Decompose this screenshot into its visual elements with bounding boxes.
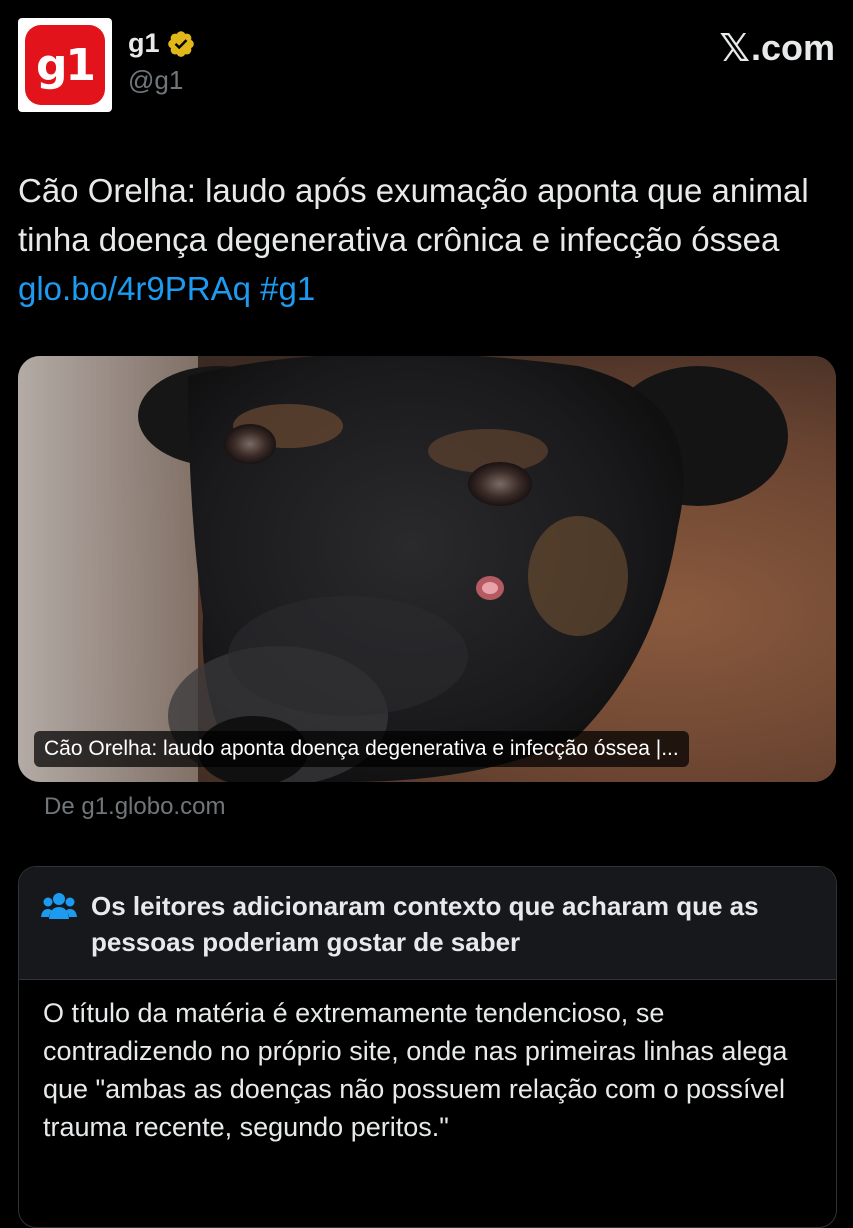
user-info: g1 @g1 [128, 28, 196, 96]
tweet-body: Cão Orelha: laudo após exumação aponta q… [18, 172, 809, 258]
tweet-text: Cão Orelha: laudo após exumação aponta q… [18, 166, 828, 313]
community-note-title: Os leitores adicionaram contexto que ach… [91, 891, 759, 957]
tweet-header: g1 g1 @g1 𝕏 .com [18, 18, 835, 114]
community-note-body: O título da matéria é extremamente tende… [43, 998, 788, 1142]
tweet-hashtag[interactable]: #g1 [260, 270, 315, 307]
x-com-brand: 𝕏 .com [719, 26, 835, 70]
community-note: Os leitores adicionaram contexto que ach… [18, 866, 837, 1228]
g1-logo: g1 [25, 25, 105, 105]
avatar[interactable]: g1 [18, 18, 112, 112]
verified-badge-icon [167, 30, 194, 57]
user-handle[interactable]: @g1 [128, 65, 196, 96]
community-note-header[interactable]: Os leitores adicionaram contexto que ach… [19, 867, 836, 980]
dog-photo [18, 356, 836, 782]
display-name-row: g1 [128, 28, 196, 59]
brand-domain: .com [750, 27, 835, 68]
tweet-link[interactable]: glo.bo/4r9PRAq [18, 270, 251, 307]
card-caption: Cão Orelha: laudo aponta doença degenera… [34, 731, 689, 767]
card-source[interactable]: De g1.globo.com [44, 793, 225, 821]
link-preview-card[interactable]: Cão Orelha: laudo aponta doença degenera… [18, 356, 836, 782]
display-name[interactable]: g1 [128, 28, 160, 59]
x-logo-icon: 𝕏 [719, 26, 750, 70]
people-icon [41, 893, 77, 919]
